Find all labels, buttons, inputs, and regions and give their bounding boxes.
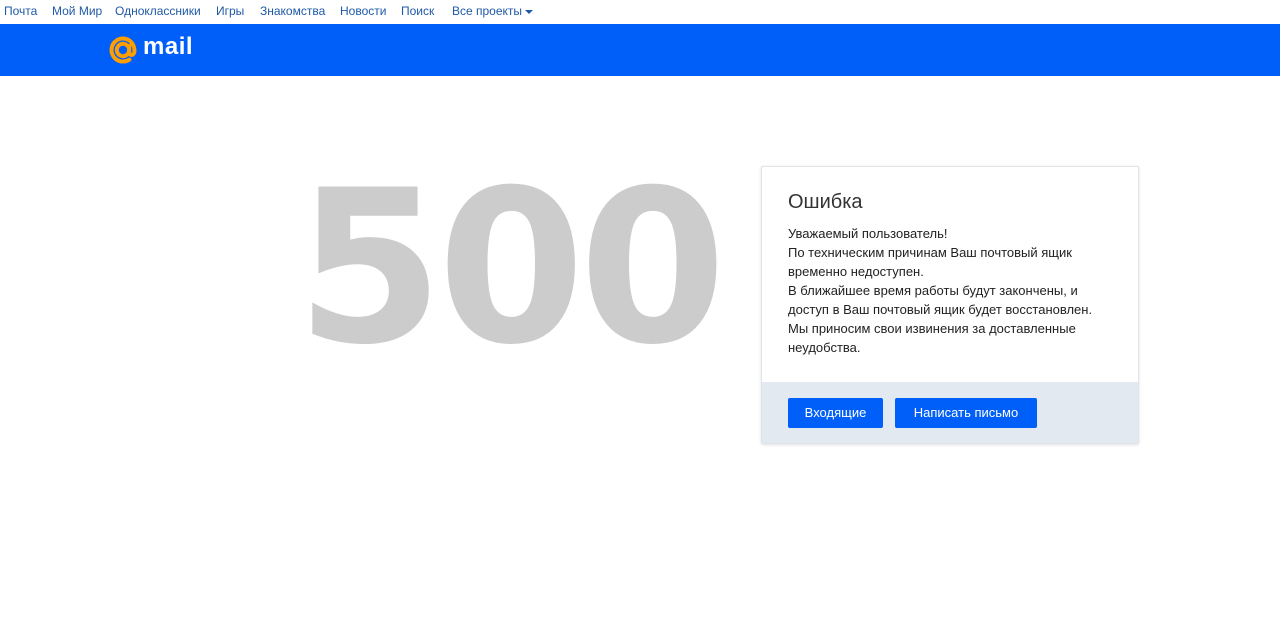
nav-link-pochta[interactable]: Почта	[4, 4, 37, 18]
error-line-greeting: Уважаемый пользователь!	[788, 226, 948, 241]
nav-link-igry[interactable]: Игры	[216, 4, 244, 18]
inbox-button[interactable]: Входящие	[788, 398, 883, 428]
brand-header-bar: mail	[0, 24, 1280, 76]
nav-link-odnoklassniki[interactable]: Одноклассники	[115, 4, 201, 18]
nav-link-poisk[interactable]: Поиск	[401, 4, 434, 18]
nav-link-novosti[interactable]: Новости	[340, 4, 386, 18]
error-line-apology: Мы приносим свои извинения за доставленн…	[788, 321, 1076, 355]
logo-wordmark: mail	[143, 33, 194, 60]
error-card: Ошибка Уважаемый пользователь! По технич…	[761, 166, 1139, 444]
error-line-unavailable: По техническим причинам Ваш почтовый ящи…	[788, 245, 1072, 279]
error-title: Ошибка	[788, 191, 863, 213]
nav-link-moy-mir[interactable]: Мой Мир	[52, 4, 102, 18]
nav-link-all-projects[interactable]: Все проекты	[452, 4, 534, 18]
nav-link-znakomstva[interactable]: Знакомства	[260, 4, 325, 18]
all-projects-label: Все проекты	[452, 4, 523, 18]
error-line-restore: В ближайшее время работы будут закончены…	[788, 283, 1093, 317]
error-message: Уважаемый пользователь! По техническим п…	[788, 224, 1118, 357]
top-navigation: Почта Мой Мир Одноклассники Игры Знакомс…	[0, 0, 1280, 24]
chevron-down-icon	[525, 9, 534, 14]
error-card-footer: Входящие Написать письмо	[762, 382, 1138, 443]
mail-logo[interactable]: mail	[107, 33, 194, 66]
error-code: 500	[296, 144, 727, 391]
at-sign-icon	[109, 36, 137, 64]
write-letter-button[interactable]: Написать письмо	[895, 398, 1037, 428]
